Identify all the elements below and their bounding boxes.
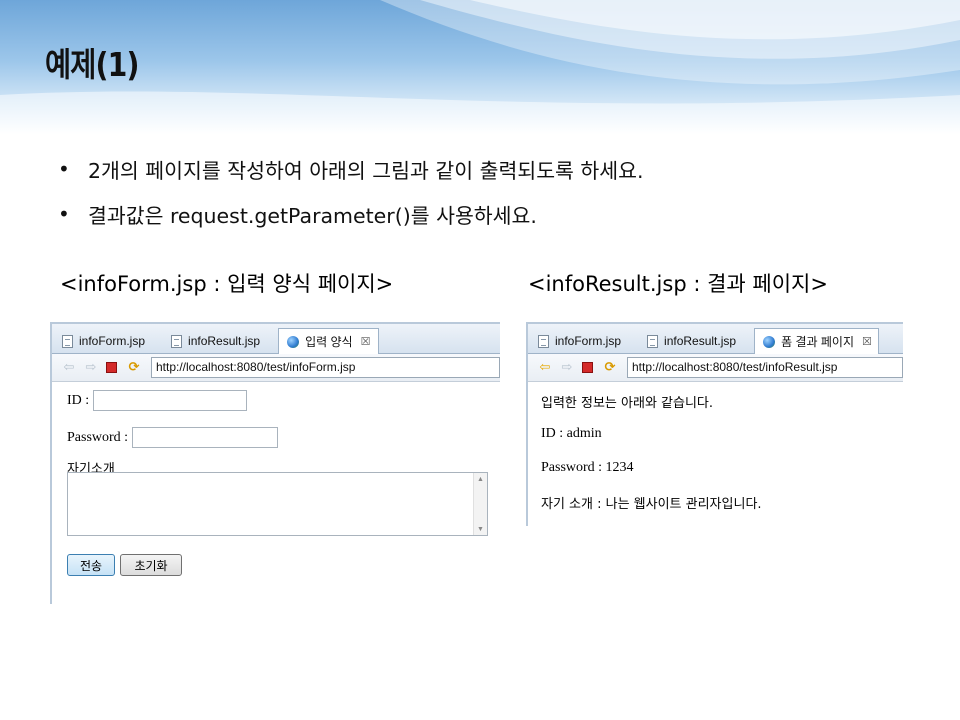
id-input[interactable]	[93, 390, 248, 411]
forward-arrow-icon[interactable]: ⇨	[560, 360, 574, 375]
reset-button[interactable]: 초기화	[120, 554, 182, 576]
bullet-dot: •	[58, 156, 70, 181]
caption-result-page: <infoResult.jsp : 결과 페이지>	[528, 272, 828, 296]
bullet-list: • 2개의 페이지를 작성하여 아래의 그림과 같이 출력되도록 하세요. • …	[58, 146, 644, 236]
tab-label: infoResult.jsp	[188, 334, 261, 348]
globe-icon	[287, 335, 300, 348]
header-swoosh-graphic	[0, 0, 960, 135]
result-password: Password : 1234	[541, 460, 634, 475]
back-arrow-icon[interactable]: ⇦	[62, 360, 76, 375]
tab-bar: infoForm.jsp infoResult.jsp 폼 결과 페이지 ☒	[528, 322, 903, 354]
result-browser-window: infoForm.jsp infoResult.jsp 폼 결과 페이지 ☒ ⇦…	[526, 322, 903, 526]
result-id: ID : admin	[541, 426, 602, 441]
globe-icon	[763, 335, 776, 348]
file-icon	[538, 334, 549, 348]
tab-label: 폼 결과 페이지	[781, 335, 854, 349]
bullet-text: 2개의 페이지를 작성하여 아래의 그림과 같이 출력되도록 하세요.	[88, 158, 644, 183]
refresh-icon[interactable]: ⟳	[127, 360, 141, 375]
id-label: ID :	[67, 392, 90, 408]
password-label: Password :	[67, 429, 129, 445]
caption-form-page: <infoForm.jsp : 입력 양식 페이지>	[60, 272, 394, 296]
file-icon	[171, 334, 183, 348]
address-bar[interactable]: http://localhost:8080/test/infoForm.jsp	[151, 357, 500, 378]
tab-inforesult[interactable]: infoResult.jsp	[639, 329, 744, 353]
form-browser-window: infoForm.jsp infoResult.jsp 입력 양식 ☒ ⇦ ⇨ …	[50, 322, 500, 604]
tab-bar: infoForm.jsp infoResult.jsp 입력 양식 ☒	[52, 322, 500, 354]
bullet-item: • 2개의 페이지를 작성하여 아래의 그림과 같이 출력되도록 하세요.	[58, 146, 644, 191]
tab-infoform[interactable]: infoForm.jsp	[530, 329, 629, 353]
tab-inforesult[interactable]: infoResult.jsp	[163, 329, 268, 353]
navigation-bar: ⇦ ⇨ ⟳ http://localhost:8080/test/infoFor…	[52, 354, 500, 382]
tab-label: infoResult.jsp	[664, 334, 737, 348]
slide-title: 예제(1)	[45, 45, 139, 84]
textarea-scrollbar[interactable]: ▲ ▼	[473, 473, 487, 535]
file-icon	[647, 334, 659, 348]
back-arrow-icon[interactable]: ⇦	[538, 360, 552, 375]
scroll-up-icon[interactable]: ▲	[477, 475, 484, 483]
header-band: 예제(1)	[0, 0, 960, 135]
refresh-icon[interactable]: ⟳	[603, 360, 617, 375]
result-heading: 입력한 정보는 아래와 같습니다.	[541, 396, 714, 411]
tab-input-form-page[interactable]: 입력 양식 ☒	[278, 328, 380, 354]
tab-result-page[interactable]: 폼 결과 페이지 ☒	[754, 328, 879, 354]
tab-label: infoForm.jsp	[79, 334, 146, 348]
submit-button[interactable]: 전송	[67, 554, 115, 576]
forward-arrow-icon[interactable]: ⇨	[84, 360, 98, 375]
file-icon	[62, 334, 73, 348]
bullet-dot: •	[58, 201, 70, 226]
tab-label: 입력 양식	[305, 335, 353, 349]
tab-label: infoForm.jsp	[555, 334, 622, 348]
navigation-bar: ⇦ ⇨ ⟳ http://localhost:8080/test/infoRes…	[528, 354, 903, 382]
bullet-text: 결과값은 request.getParameter()를 사용하세요.	[88, 203, 537, 228]
close-icon[interactable]: ☒	[361, 335, 371, 348]
address-bar[interactable]: http://localhost:8080/test/infoResult.js…	[627, 357, 903, 378]
scroll-down-icon[interactable]: ▼	[477, 525, 484, 533]
id-row: ID :	[67, 390, 248, 411]
stop-icon[interactable]	[106, 362, 117, 373]
intro-textarea[interactable]: ▲ ▼	[67, 472, 488, 536]
stop-icon[interactable]	[582, 362, 593, 373]
password-row: Password :	[67, 427, 279, 448]
result-intro: 자기 소개 : 나는 웹사이트 관리자입니다.	[541, 497, 762, 512]
close-icon[interactable]: ☒	[862, 335, 872, 348]
bullet-item: • 결과값은 request.getParameter()를 사용하세요.	[58, 191, 644, 236]
password-input[interactable]	[132, 427, 279, 448]
tab-infoform[interactable]: infoForm.jsp	[54, 329, 153, 353]
